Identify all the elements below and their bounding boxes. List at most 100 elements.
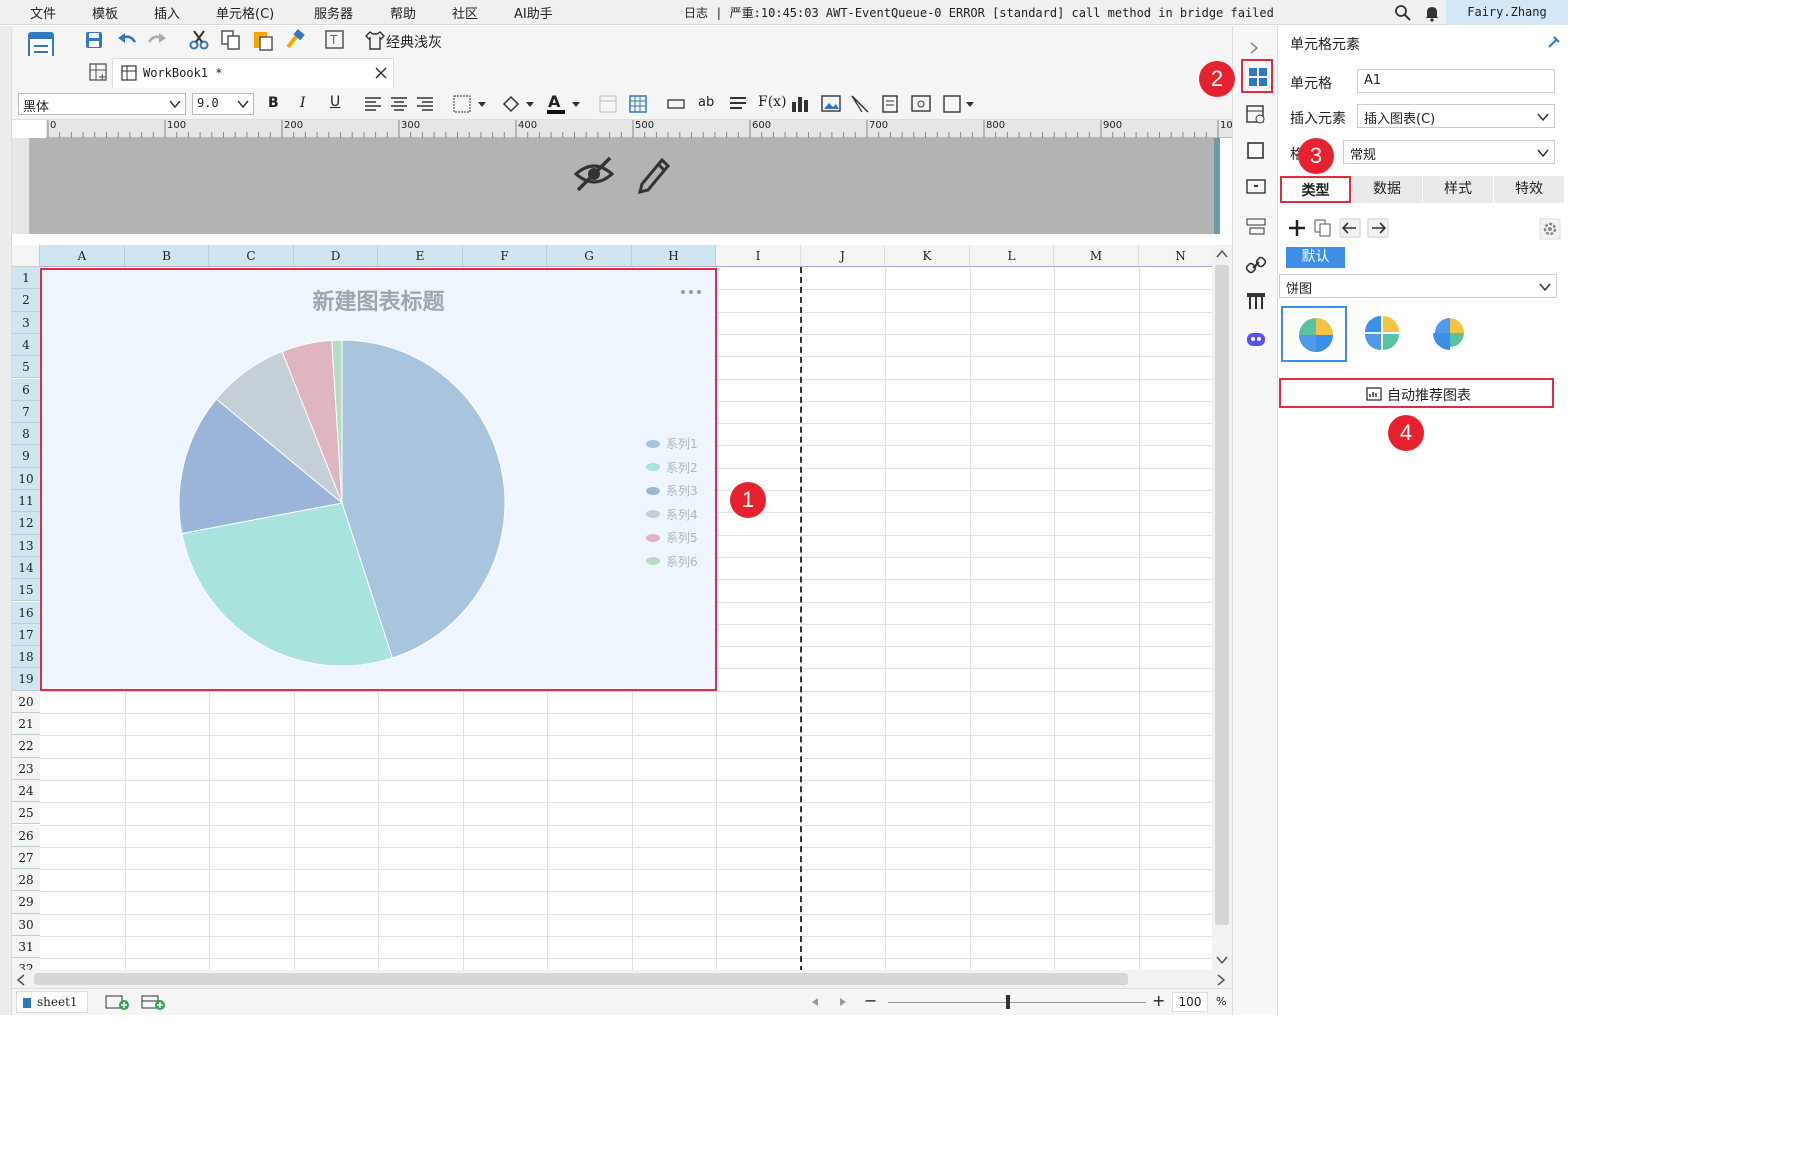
zoom-slider[interactable]	[888, 1002, 1146, 1003]
column-header[interactable]: A	[40, 245, 125, 267]
column-header[interactable]: B	[125, 245, 209, 267]
align-left-icon[interactable]	[364, 96, 382, 112]
pie-style-option-2[interactable]	[1349, 306, 1415, 362]
row-header[interactable]: 25	[12, 802, 40, 825]
align-right-icon[interactable]	[416, 96, 434, 112]
zoom-out-icon[interactable]: −	[864, 991, 877, 1010]
row-header[interactable]: 20	[12, 690, 40, 713]
row-header[interactable]: 2	[12, 289, 40, 312]
column-header[interactable]: F	[463, 245, 547, 267]
horizontal-scrollbar[interactable]	[12, 970, 1232, 988]
row-header[interactable]: 24	[12, 779, 40, 803]
theme-label[interactable]: 经典浅灰	[386, 32, 442, 52]
condition-attribute-icon[interactable]	[1245, 216, 1267, 238]
row-header[interactable]: 9	[12, 445, 40, 468]
theme-shirt-icon[interactable]	[364, 29, 386, 51]
row-header[interactable]: 8	[12, 423, 40, 446]
column-header[interactable]: J	[801, 245, 885, 267]
legend-item[interactable]: 系列3	[646, 482, 698, 499]
move-left-icon[interactable]	[1339, 218, 1361, 238]
border-icon[interactable]	[452, 94, 488, 114]
move-right-icon[interactable]	[1367, 218, 1389, 238]
tab-workbook1[interactable]: WorkBook1 *	[112, 58, 394, 88]
tab-style[interactable]: 样式	[1423, 176, 1494, 203]
undo-icon[interactable]	[116, 30, 138, 50]
menu-community[interactable]: 社区	[452, 3, 478, 22]
merge-cell-icon[interactable]	[666, 96, 686, 112]
italic-icon[interactable]: I	[300, 95, 306, 111]
tab-type[interactable]: 类型	[1280, 176, 1351, 203]
add-report-sheet-icon[interactable]	[140, 993, 168, 1011]
paste-icon[interactable]	[252, 29, 274, 51]
zoom-slider-handle[interactable]	[1006, 995, 1010, 1009]
new-workbook-icon[interactable]: +	[88, 62, 108, 82]
edit-pencil-icon[interactable]	[634, 152, 674, 194]
row-header[interactable]: 27	[12, 846, 40, 870]
cell-input[interactable]: A1	[1357, 69, 1555, 93]
widget-icon[interactable]	[910, 94, 932, 114]
align-center-icon[interactable]	[390, 96, 408, 112]
row-header[interactable]: 10	[12, 467, 40, 490]
widget-setting-icon[interactable]	[1245, 176, 1267, 198]
search-icon[interactable]	[1394, 4, 1412, 22]
row-header[interactable]: 17	[12, 623, 40, 647]
mobile-attribute-icon[interactable]	[1245, 290, 1267, 312]
row-header[interactable]: 21	[12, 713, 40, 736]
row-header[interactable]: 13	[12, 534, 40, 557]
cell-style-icon[interactable]	[598, 94, 618, 114]
chart-type-select[interactable]: 饼图	[1279, 274, 1557, 298]
format-painter-icon[interactable]	[284, 29, 306, 51]
row-header[interactable]: 1	[12, 267, 40, 290]
cell-attribute-icon[interactable]	[1245, 104, 1267, 126]
row-header[interactable]: 15	[12, 579, 40, 602]
ai-assistant-icon[interactable]	[1245, 328, 1267, 350]
legend-item[interactable]: 系列1	[646, 435, 698, 452]
column-header[interactable]: I	[716, 245, 801, 267]
legend-item[interactable]: 系列6	[646, 553, 698, 570]
paragraph-icon[interactable]	[728, 94, 748, 114]
add-sheet-icon[interactable]	[104, 993, 132, 1011]
insert-element-select[interactable]: 插入图表(C)	[1357, 104, 1555, 128]
row-header[interactable]: 6	[12, 378, 40, 401]
column-header[interactable]: M	[1054, 245, 1139, 267]
row-header[interactable]: 19	[12, 668, 40, 691]
cut-icon[interactable]	[188, 29, 210, 51]
add-icon[interactable]	[1287, 218, 1307, 238]
row-header[interactable]: 29	[12, 891, 40, 914]
scroll-up-icon[interactable]	[1216, 249, 1228, 259]
cell-element-button-highlight[interactable]	[1241, 59, 1273, 93]
tab-data[interactable]: 数据	[1352, 176, 1423, 203]
menu-help[interactable]: 帮助	[390, 3, 416, 22]
column-header[interactable]: L	[970, 245, 1054, 267]
row-header[interactable]: 14	[12, 556, 40, 580]
save-icon[interactable]	[84, 30, 104, 50]
row-header[interactable]: 28	[12, 869, 40, 892]
column-header[interactable]: E	[378, 245, 463, 267]
row-header[interactable]: 30	[12, 913, 40, 936]
pin-icon[interactable]	[1547, 35, 1561, 49]
column-header[interactable]: C	[209, 245, 294, 267]
row-header[interactable]: 31	[12, 936, 40, 959]
horizontal-scroll-thumb[interactable]	[34, 973, 1128, 985]
row-header[interactable]: 16	[12, 601, 40, 624]
row-header[interactable]: 22	[12, 735, 40, 758]
eye-hidden-icon[interactable]	[572, 154, 616, 194]
hyperlink-icon[interactable]	[1245, 254, 1267, 276]
redo-icon[interactable]	[146, 30, 168, 50]
scroll-left-icon[interactable]	[16, 974, 26, 986]
copy-chart-icon[interactable]	[1313, 218, 1333, 238]
row-header[interactable]: 11	[12, 490, 40, 513]
frame-dropdown-icon[interactable]	[942, 94, 978, 114]
column-header[interactable]: K	[885, 245, 970, 267]
left-collapse-strip[interactable]	[0, 26, 12, 1015]
row-header[interactable]: 4	[12, 333, 40, 357]
font-size-select[interactable]: 9.0	[192, 93, 254, 115]
underline-icon[interactable]: U	[330, 94, 340, 110]
prev-sheet-icon[interactable]	[810, 997, 820, 1007]
bar-chart-icon[interactable]	[790, 94, 810, 114]
column-header[interactable]: G	[547, 245, 632, 267]
zoom-in-icon[interactable]: +	[1152, 991, 1165, 1010]
scroll-down-icon[interactable]	[1216, 955, 1228, 965]
vertical-scrollbar[interactable]	[1212, 245, 1232, 970]
copy-icon[interactable]	[220, 29, 242, 51]
